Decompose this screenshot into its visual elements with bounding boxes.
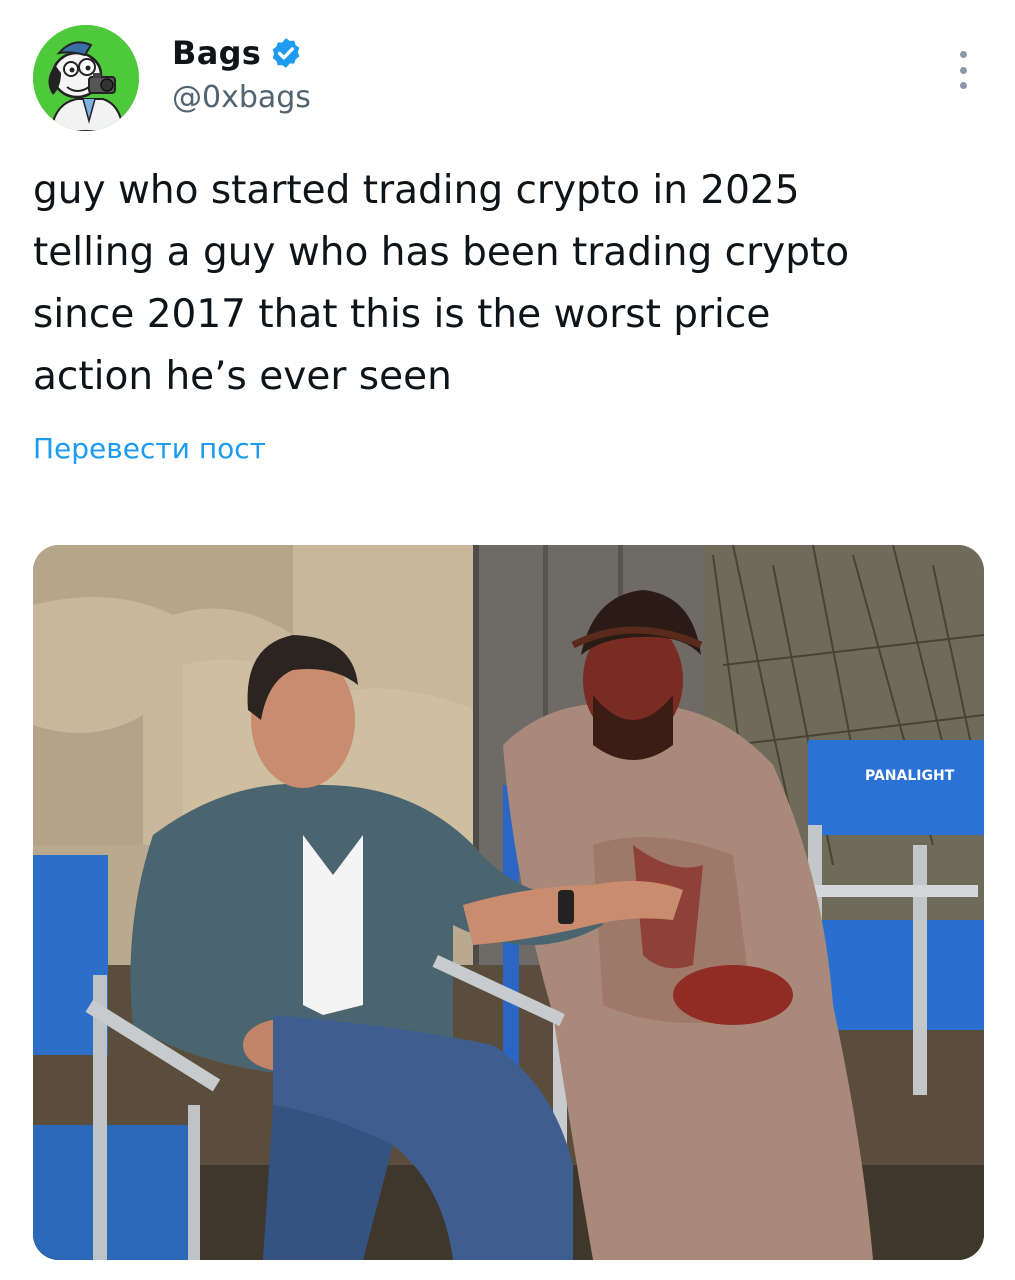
- tweet-text: guy who started trading crypto in 2025 t…: [33, 168, 850, 399]
- author-handle[interactable]: @0xbags: [172, 80, 311, 115]
- more-dot: [959, 82, 967, 89]
- photo-illustration: PANALIGHT: [33, 545, 984, 1260]
- tweet-media-image[interactable]: PANALIGHT: [33, 545, 984, 1260]
- display-name[interactable]: Bags: [172, 34, 261, 72]
- author-name-row[interactable]: Bags: [172, 30, 303, 76]
- chair-label: PANALIGHT: [865, 768, 955, 784]
- more-dot: [959, 51, 967, 58]
- translate-post-link[interactable]: Перевести пост: [33, 432, 266, 465]
- verified-badge-icon: [272, 38, 300, 68]
- cartoon-dog-avatar-icon: [33, 25, 139, 131]
- more-dot: [959, 66, 967, 74]
- avatar[interactable]: [33, 25, 139, 131]
- more-options-icon[interactable]: [948, 48, 978, 92]
